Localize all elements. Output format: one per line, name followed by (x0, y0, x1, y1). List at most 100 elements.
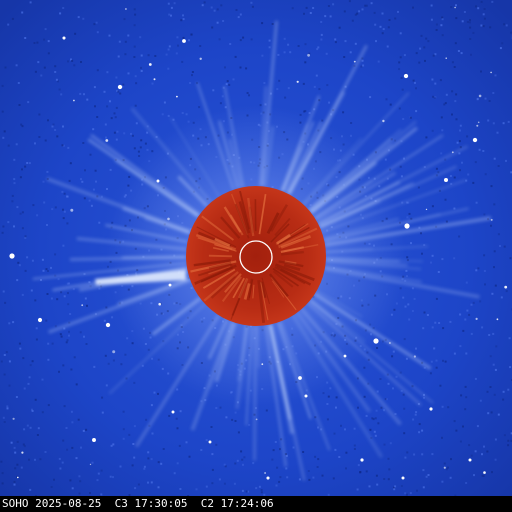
noise-speck (469, 38, 472, 40)
noise-speck (68, 334, 70, 337)
noise-speck (1, 110, 4, 113)
noise-speck (435, 366, 438, 369)
noise-speck (245, 67, 248, 70)
noise-speck (432, 95, 434, 98)
noise-speck (508, 337, 511, 340)
noise-speck (106, 105, 109, 108)
noise-speck (111, 316, 114, 319)
noise-speck (461, 161, 463, 164)
noise-speck (69, 479, 72, 482)
noise-speck (434, 321, 437, 324)
noise-speck (58, 457, 61, 460)
noise-speck (65, 427, 68, 429)
noise-speck (462, 329, 465, 332)
noise-speck (373, 430, 376, 433)
noise-speck (316, 48, 319, 51)
noise-speck (3, 373, 6, 376)
noise-speck (329, 387, 332, 390)
noise-speck (54, 206, 57, 209)
noise-speck (13, 182, 16, 185)
star (266, 476, 270, 480)
noise-speck (43, 38, 46, 41)
noise-speck (455, 118, 458, 121)
noise-speck (351, 19, 354, 22)
noise-speck (83, 335, 85, 338)
star (182, 39, 186, 43)
noise-speck (403, 432, 406, 435)
noise-speck (320, 21, 323, 23)
noise-speck (439, 384, 442, 387)
noise-speck (375, 40, 377, 43)
noise-speck (503, 245, 506, 248)
noise-speck (484, 173, 487, 176)
noise-speck (441, 34, 444, 37)
noise-speck (134, 487, 137, 490)
noise-speck (86, 304, 88, 307)
noise-speck (1, 231, 4, 234)
noise-speck (459, 169, 461, 172)
star (105, 322, 111, 328)
noise-speck (461, 20, 464, 23)
noise-speck (479, 300, 482, 303)
noise-speck (7, 221, 10, 224)
noise-speck (433, 347, 435, 350)
noise-speck (1, 472, 4, 475)
noise-speck (210, 6, 213, 9)
noise-speck (260, 491, 263, 494)
noise-speck (58, 88, 61, 91)
noise-speck (505, 159, 507, 162)
noise-speck (509, 257, 512, 260)
noise-speck (26, 424, 29, 427)
noise-speck (492, 363, 495, 366)
noise-speck (23, 428, 26, 431)
noise-speck (425, 475, 428, 478)
noise-speck (423, 244, 426, 246)
noise-speck (62, 364, 65, 367)
noise-speck (486, 390, 489, 393)
noise-speck (77, 418, 80, 421)
noise-speck (451, 113, 453, 116)
noise-speck (100, 469, 103, 472)
noise-speck (84, 297, 87, 300)
noise-speck (468, 444, 471, 447)
noise-speck (387, 478, 390, 481)
noise-speck (465, 281, 468, 284)
star (307, 53, 310, 57)
star (124, 8, 127, 10)
date-label: 2025-08-25 (35, 497, 102, 510)
noise-speck (344, 428, 346, 431)
noise-speck (108, 34, 111, 37)
noise-speck (502, 390, 505, 393)
noise-speck (417, 186, 420, 189)
noise-speck (412, 418, 415, 421)
noise-speck (28, 376, 31, 379)
noise-speck (415, 411, 418, 414)
star (62, 36, 66, 40)
noise-speck (291, 7, 294, 10)
noise-speck (403, 338, 406, 341)
noise-speck (47, 270, 49, 272)
noise-speck (334, 41, 337, 44)
noise-speck (402, 393, 405, 396)
noise-speck (493, 250, 496, 253)
noise-speck (236, 459, 239, 462)
noise-speck (499, 245, 501, 247)
noise-speck (250, 38, 253, 41)
noise-speck (429, 372, 432, 375)
noise-speck (40, 74, 43, 77)
noise-speck (426, 314, 429, 316)
noise-speck (34, 142, 36, 145)
noise-speck (38, 136, 41, 138)
noise-speck (285, 467, 288, 470)
noise-speck (131, 342, 134, 345)
noise-speck (414, 413, 417, 416)
star (504, 285, 508, 289)
noise-speck (334, 448, 337, 451)
star (199, 57, 202, 60)
noise-speck (332, 477, 335, 480)
noise-speck (431, 78, 434, 81)
noise-speck (145, 418, 148, 421)
noise-speck (36, 434, 39, 436)
noise-speck (134, 75, 137, 78)
noise-speck (147, 451, 150, 454)
